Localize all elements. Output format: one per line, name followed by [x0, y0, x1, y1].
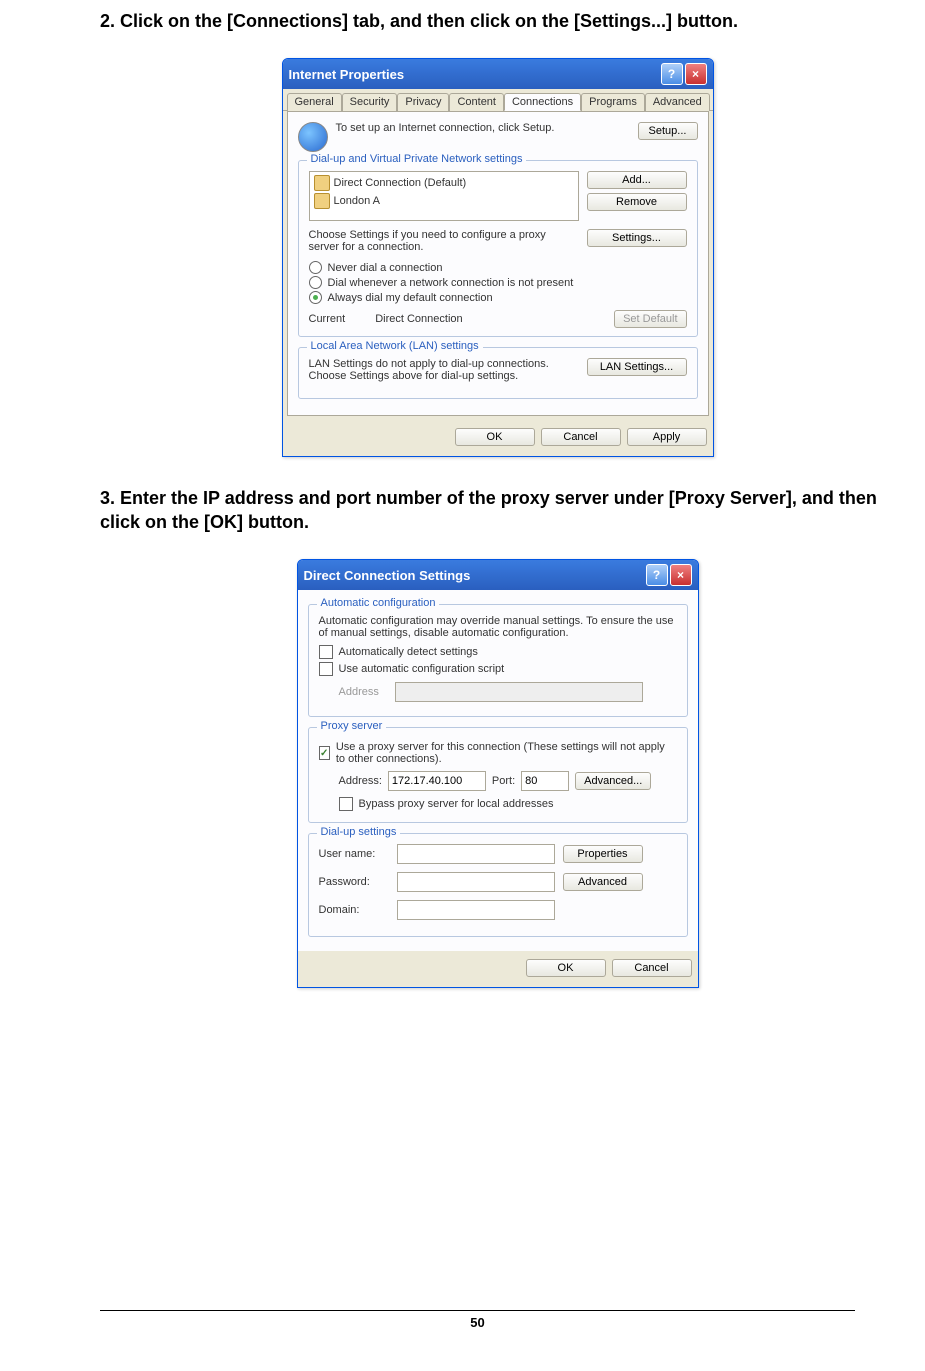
setup-text: To set up an Internet connection, click … — [336, 122, 630, 134]
titlebar: Direct Connection Settings ? × — [298, 560, 698, 590]
proxy-port-input[interactable] — [521, 771, 569, 791]
help-icon[interactable]: ? — [661, 63, 683, 85]
check-bypass-local[interactable]: Bypass proxy server for local addresses — [339, 797, 677, 811]
proxy-legend: Proxy server — [317, 720, 387, 732]
radio-always-dial[interactable]: Always dial my default connection — [309, 291, 687, 304]
dialog-title: Internet Properties — [289, 67, 661, 82]
tab-privacy[interactable]: Privacy — [397, 93, 449, 111]
autoconfig-address-input — [395, 682, 643, 702]
dialog-title: Direct Connection Settings — [304, 568, 646, 583]
check-auto-detect[interactable]: Automatically detect settings — [319, 645, 677, 659]
tab-general[interactable]: General — [287, 93, 342, 111]
close-icon[interactable]: × — [685, 63, 707, 85]
password-input[interactable] — [397, 872, 555, 892]
autoconfig-legend: Automatic configuration — [317, 597, 440, 609]
radio-label: Always dial my default connection — [328, 292, 493, 304]
list-item-label: Direct Connection (Default) — [334, 177, 467, 189]
cancel-button[interactable]: Cancel — [541, 428, 621, 446]
check-config-script[interactable]: Use automatic configuration script — [319, 662, 677, 676]
lan-settings-button[interactable]: LAN Settings... — [587, 358, 687, 376]
autoconfig-text: Automatic configuration may override man… — [319, 615, 677, 639]
radio-icon — [309, 276, 322, 289]
dialup-legend: Dial-up settings — [317, 826, 401, 838]
domain-label: Domain: — [319, 904, 389, 916]
radio-icon — [309, 261, 322, 274]
instruction-step-3: 3. Enter the IP address and port number … — [100, 487, 895, 534]
remove-button[interactable]: Remove — [587, 193, 687, 211]
instruction-step-2: 2. Click on the [Connections] tab, and t… — [100, 10, 895, 33]
globe-icon — [298, 122, 328, 152]
apply-button[interactable]: Apply — [627, 428, 707, 446]
ok-button[interactable]: OK — [455, 428, 535, 446]
dialup-advanced-button[interactable]: Advanced — [563, 873, 643, 891]
tab-security[interactable]: Security — [342, 93, 398, 111]
setup-button[interactable]: Setup... — [638, 122, 698, 140]
choose-settings-text: Choose Settings if you need to configure… — [309, 229, 579, 253]
tab-strip: General Security Privacy Content Connect… — [283, 89, 713, 111]
settings-button[interactable]: Settings... — [587, 229, 687, 247]
advanced-button[interactable]: Advanced... — [575, 772, 651, 790]
domain-input[interactable] — [397, 900, 555, 920]
help-icon[interactable]: ? — [646, 564, 668, 586]
list-item-label: London A — [334, 195, 381, 207]
check-label: Use a proxy server for this connection (… — [336, 741, 677, 765]
checkbox-icon — [319, 645, 333, 659]
address-label: Address — [339, 686, 389, 698]
current-label: Current — [309, 313, 346, 325]
direct-connection-settings-dialog: Direct Connection Settings ? × Automatic… — [297, 559, 699, 988]
tab-connections[interactable]: Connections — [504, 93, 581, 111]
properties-button[interactable]: Properties — [563, 845, 643, 863]
check-label: Use automatic configuration script — [339, 663, 505, 675]
checkbox-icon — [339, 797, 353, 811]
set-default-button: Set Default — [614, 310, 686, 328]
list-item[interactable]: Direct Connection (Default) — [312, 174, 576, 192]
check-use-proxy[interactable]: Use a proxy server for this connection (… — [319, 741, 677, 765]
proxy-address-input[interactable] — [388, 771, 486, 791]
close-icon[interactable]: × — [670, 564, 692, 586]
connection-icon — [314, 175, 330, 191]
password-label: Password: — [319, 876, 389, 888]
current-value: Direct Connection — [375, 313, 584, 325]
lan-text: LAN Settings do not apply to dial-up con… — [309, 358, 579, 382]
check-label: Automatically detect settings — [339, 646, 478, 658]
radio-icon — [309, 291, 322, 304]
proxy-address-label: Address: — [339, 775, 382, 787]
list-item[interactable]: London A — [312, 192, 576, 210]
ok-button[interactable]: OK — [526, 959, 606, 977]
checkbox-icon — [319, 662, 333, 676]
page-number: 50 — [100, 1310, 855, 1330]
tab-advanced[interactable]: Advanced — [645, 93, 710, 111]
radio-label: Dial whenever a network connection is no… — [328, 277, 574, 289]
radio-label: Never dial a connection — [328, 262, 443, 274]
titlebar: Internet Properties ? × — [283, 59, 713, 89]
radio-dial-whenever[interactable]: Dial whenever a network connection is no… — [309, 276, 687, 289]
tab-programs[interactable]: Programs — [581, 93, 645, 111]
tab-content[interactable]: Content — [449, 93, 504, 111]
radio-never-dial[interactable]: Never dial a connection — [309, 261, 687, 274]
internet-properties-dialog: Internet Properties ? × General Security… — [282, 58, 714, 457]
username-label: User name: — [319, 848, 389, 860]
lan-legend: Local Area Network (LAN) settings — [307, 340, 483, 352]
add-button[interactable]: Add... — [587, 171, 687, 189]
proxy-port-label: Port: — [492, 775, 515, 787]
check-label: Bypass proxy server for local addresses — [359, 798, 554, 810]
connection-icon — [314, 193, 330, 209]
cancel-button[interactable]: Cancel — [612, 959, 692, 977]
dialvpn-legend: Dial-up and Virtual Private Network sett… — [307, 153, 527, 165]
connection-list[interactable]: Direct Connection (Default) London A — [309, 171, 579, 221]
username-input[interactable] — [397, 844, 555, 864]
checkbox-icon — [319, 746, 330, 760]
